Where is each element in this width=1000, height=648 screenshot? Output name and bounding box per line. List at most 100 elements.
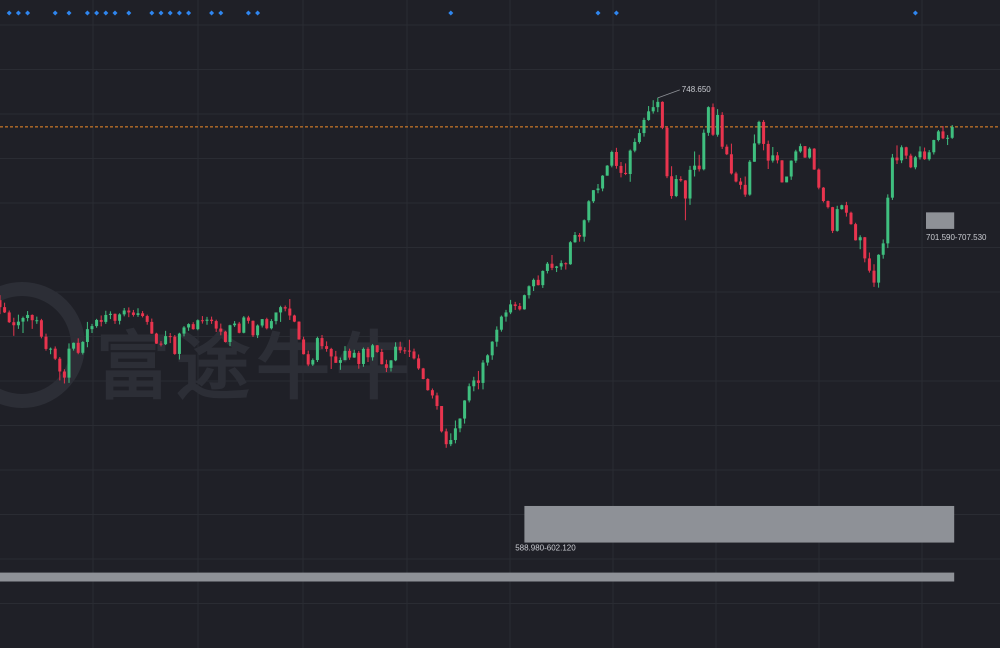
candle-body	[67, 348, 71, 378]
candle	[890, 153, 894, 200]
candle-body	[219, 328, 223, 332]
candle-body	[578, 235, 582, 237]
candle-body	[757, 121, 761, 144]
candle-body	[366, 348, 370, 358]
candle-body	[711, 107, 715, 135]
candlestick-chart[interactable]: 富途牛牛 748.650 701.590-707.530 588.980-602…	[0, 0, 1000, 648]
candle-body	[449, 440, 453, 445]
middle-demand-zone	[524, 505, 955, 543]
candle-body	[357, 352, 361, 364]
candle-body	[463, 400, 467, 419]
candle-body	[762, 121, 766, 144]
upper-supply-zone	[926, 212, 955, 229]
candle-body	[766, 143, 770, 161]
candle-body	[164, 336, 168, 345]
candle-body	[306, 354, 310, 365]
candle-body	[352, 352, 356, 358]
candle-body	[49, 348, 53, 350]
candle-body	[785, 176, 789, 183]
candle-body	[435, 395, 439, 407]
candle	[173, 335, 177, 355]
candle-body	[26, 314, 30, 319]
candle-body	[320, 338, 324, 347]
candle-body	[214, 321, 218, 329]
candle-body	[950, 126, 954, 138]
candle	[886, 194, 890, 249]
candle	[467, 383, 471, 403]
candle-body	[95, 319, 99, 327]
candle	[426, 378, 430, 391]
candle-body	[104, 314, 108, 322]
candle-body	[237, 323, 241, 333]
candle	[440, 406, 444, 433]
candle	[831, 206, 835, 234]
candle-body	[536, 279, 540, 286]
candle-body	[550, 263, 554, 268]
candle-body	[748, 161, 752, 195]
candle-body	[840, 205, 844, 210]
candle-body	[21, 318, 25, 322]
candle-body	[260, 319, 264, 326]
candle-body	[412, 351, 416, 359]
candle-body	[44, 336, 48, 349]
candle	[242, 316, 246, 334]
candle-body	[223, 331, 227, 342]
candle-body	[513, 304, 517, 307]
candle	[610, 150, 614, 168]
candle	[913, 155, 917, 170]
candle-body	[927, 152, 931, 160]
candle-body	[647, 111, 651, 120]
candle	[251, 320, 255, 337]
candle-body	[849, 212, 853, 225]
candle-body	[472, 380, 476, 387]
candle-body	[288, 308, 292, 316]
candle-body	[587, 201, 591, 221]
candle-body	[555, 266, 559, 268]
candle-body	[633, 141, 637, 151]
candle-body	[527, 286, 531, 296]
candle	[265, 317, 269, 330]
candle-body	[900, 147, 904, 161]
candle	[706, 106, 710, 136]
candle-body	[642, 119, 646, 134]
candle-body	[831, 207, 835, 231]
candle-body	[0, 300, 2, 308]
candle-body	[16, 321, 20, 326]
candle-body	[187, 324, 191, 328]
candle-body	[596, 188, 600, 191]
candle-body	[389, 360, 393, 368]
candle-body	[329, 348, 333, 357]
candle-body	[444, 431, 448, 445]
candle-body	[430, 390, 434, 396]
candle-body	[499, 316, 503, 330]
candle-body	[725, 146, 729, 155]
candle-body	[614, 152, 618, 166]
candle-body	[173, 336, 177, 354]
candle-body	[716, 114, 720, 135]
candle-body	[122, 310, 126, 315]
candle-body	[417, 358, 421, 369]
candle-body	[918, 151, 922, 158]
candle	[877, 254, 881, 288]
candle-body	[890, 157, 894, 198]
candle	[421, 367, 425, 380]
candle-body	[573, 235, 577, 243]
candle	[315, 336, 319, 363]
candle-body	[311, 360, 315, 365]
candle-body	[53, 348, 57, 359]
candle-body	[913, 157, 917, 168]
candle-body	[292, 315, 296, 322]
candle-body	[99, 319, 103, 322]
candle-body	[407, 350, 411, 352]
candle-body	[297, 321, 301, 340]
candle-body	[72, 342, 76, 349]
candle-body	[196, 320, 200, 330]
candle-body	[752, 143, 756, 162]
candle-body	[90, 326, 94, 330]
candle-body	[909, 155, 913, 168]
candle-body	[812, 148, 816, 170]
candle-body	[39, 320, 43, 337]
candle-body	[361, 348, 365, 364]
candle-body	[670, 176, 674, 197]
candle-body	[403, 350, 407, 352]
